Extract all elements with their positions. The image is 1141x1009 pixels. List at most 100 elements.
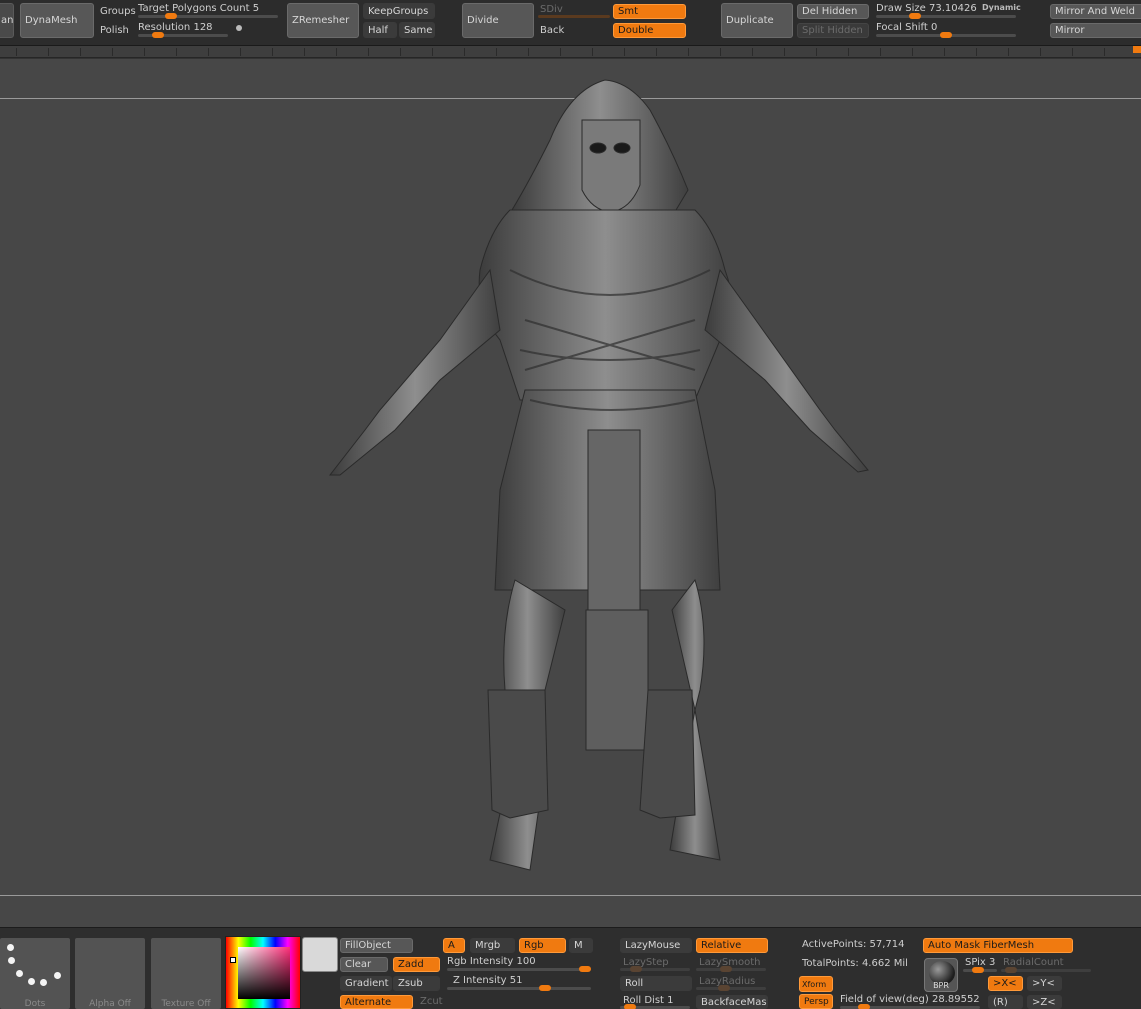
a-button[interactable]: A	[443, 938, 465, 953]
ruler-tick	[48, 48, 49, 56]
slider-knob[interactable]	[579, 966, 591, 972]
slider-knob[interactable]	[630, 966, 642, 972]
zremesher-button[interactable]: ZRemesher	[287, 3, 359, 38]
slider-knob[interactable]	[972, 967, 984, 973]
z-axis-button[interactable]: >Z<	[1027, 995, 1062, 1009]
fillobject-button[interactable]: FillObject	[340, 938, 413, 953]
z-intensity-slider[interactable]	[447, 985, 591, 991]
lazymouse-button[interactable]: LazyMouse	[620, 938, 692, 953]
slider-knob[interactable]	[909, 13, 921, 19]
timeline-strip[interactable]	[0, 46, 1141, 58]
top-toolbar: an DynaMesh Groups Polish Target Polygon…	[0, 0, 1141, 46]
slider-knob[interactable]	[718, 985, 730, 991]
ruler-tick	[752, 48, 753, 56]
radial-r-button[interactable]: (R)	[988, 995, 1023, 1009]
target-polygons-label[interactable]: Target Polygons Count 5	[138, 3, 259, 14]
polish-toggle[interactable]: Polish	[100, 25, 129, 36]
clip-button[interactable]: an	[0, 3, 14, 38]
del-hidden-button[interactable]: Del Hidden	[797, 4, 869, 19]
slider-knob[interactable]	[539, 985, 551, 991]
zsub-button[interactable]: Zsub	[393, 976, 440, 991]
texture-thumbnail[interactable]: Texture Off	[151, 938, 221, 1009]
color-cursor-icon[interactable]	[230, 957, 236, 963]
xform-button[interactable]: Xform	[799, 976, 833, 992]
saturation-square[interactable]	[238, 947, 290, 999]
spix-slider[interactable]	[963, 967, 997, 973]
groups-toggle[interactable]: Groups	[100, 6, 136, 17]
duplicate-button[interactable]: Duplicate	[721, 3, 793, 38]
draw-size-label[interactable]: Draw Size 73.10426	[876, 3, 977, 14]
double-label: Double	[618, 25, 654, 36]
split-hidden-button[interactable]: Split Hidden	[797, 23, 869, 38]
resolution-label[interactable]: Resolution 128	[138, 22, 213, 33]
lazysmooth-slider[interactable]	[696, 966, 766, 972]
radial-count-slider[interactable]	[1001, 967, 1091, 973]
double-button[interactable]: Double	[613, 23, 686, 38]
resolution-slider[interactable]	[138, 32, 228, 38]
alpha-thumbnail[interactable]: Alpha Off	[75, 938, 145, 1009]
clear-button[interactable]: Clear	[340, 957, 388, 972]
mirror-button[interactable]: Mirror	[1050, 23, 1141, 38]
slider-knob[interactable]	[940, 32, 952, 38]
ruler-tick	[272, 48, 273, 56]
lazyradius-slider[interactable]	[696, 985, 766, 991]
ruler-tick	[592, 48, 593, 56]
z-intensity-text: Z Intensity	[453, 975, 507, 986]
sdiv-slider[interactable]	[538, 15, 610, 18]
slider-knob[interactable]	[152, 32, 164, 38]
zcut-button[interactable]: Zcut	[420, 996, 443, 1007]
mirror-and-weld-button[interactable]: Mirror And Weld	[1050, 4, 1141, 19]
x-axis-button[interactable]: >X<	[988, 976, 1023, 991]
color-picker[interactable]	[225, 936, 301, 1009]
stroke-dots-thumbnail[interactable]: Dots	[0, 938, 70, 1009]
back-button[interactable]: Back	[540, 25, 564, 36]
relative-button[interactable]: Relative	[696, 938, 768, 953]
z-intensity-label[interactable]: Z Intensity 51	[453, 975, 522, 986]
m-button[interactable]: M	[569, 938, 593, 953]
slider-knob[interactable]	[1005, 967, 1017, 973]
keepgroups-button[interactable]: KeepGroups	[363, 3, 435, 19]
focal-shift-label[interactable]: Focal Shift 0	[876, 22, 937, 33]
rgb-button[interactable]: Rgb	[519, 938, 566, 953]
lazystep-slider[interactable]	[620, 966, 690, 972]
alternate-button[interactable]: Alternate	[340, 995, 413, 1009]
backfacemask-button[interactable]: BackfaceMask	[696, 995, 768, 1009]
resolution-dot-icon[interactable]	[236, 25, 242, 31]
target-polygons-slider[interactable]	[138, 13, 278, 19]
z-intensity-value: 51	[509, 975, 523, 986]
draw-size-slider[interactable]	[876, 13, 1016, 19]
focal-shift-slider[interactable]	[876, 32, 1016, 38]
persp-button[interactable]: Persp	[799, 994, 833, 1009]
ruler-tick	[112, 48, 113, 56]
smt-button[interactable]: Smt	[613, 4, 686, 19]
dynamesh-button[interactable]: DynaMesh	[20, 3, 94, 38]
half-button[interactable]: Half	[363, 22, 397, 38]
dot-icon	[16, 970, 23, 977]
divide-button[interactable]: Divide	[462, 3, 534, 38]
slider-knob[interactable]	[165, 13, 177, 19]
ruler-tick	[880, 48, 881, 56]
y-axis-button[interactable]: >Y<	[1027, 976, 1062, 991]
resolution-text: Resolution	[138, 22, 191, 33]
zadd-button[interactable]: Zadd	[393, 957, 440, 972]
dynamic-toggle[interactable]: Dynamic	[982, 3, 1021, 12]
rgb-intensity-label[interactable]: Rgb Intensity 100	[447, 956, 536, 967]
auto-mask-fibermesh-button[interactable]: Auto Mask FiberMesh	[923, 938, 1073, 953]
gradient-button[interactable]: Gradient	[340, 976, 392, 991]
bpr-render-button[interactable]: BPR	[924, 958, 958, 992]
roll-button[interactable]: Roll	[620, 976, 692, 991]
timeline-marker[interactable]	[1133, 46, 1141, 53]
mrgb-button[interactable]: Mrgb	[470, 938, 515, 953]
zsub-label: Zsub	[398, 978, 423, 989]
ruler-tick	[496, 48, 497, 56]
ruler-tick	[528, 48, 529, 56]
ruler-tick	[1008, 48, 1009, 56]
main-color-swatch[interactable]	[302, 937, 338, 972]
slider-knob[interactable]	[858, 1004, 870, 1009]
same-button[interactable]: Same	[399, 22, 435, 38]
rgb-intensity-slider[interactable]	[447, 966, 591, 972]
pharaoh-sculpt-icon[interactable]	[300, 70, 900, 880]
slider-knob[interactable]	[720, 966, 732, 972]
slider-knob[interactable]	[624, 1004, 636, 1009]
ruler-tick	[240, 48, 241, 56]
